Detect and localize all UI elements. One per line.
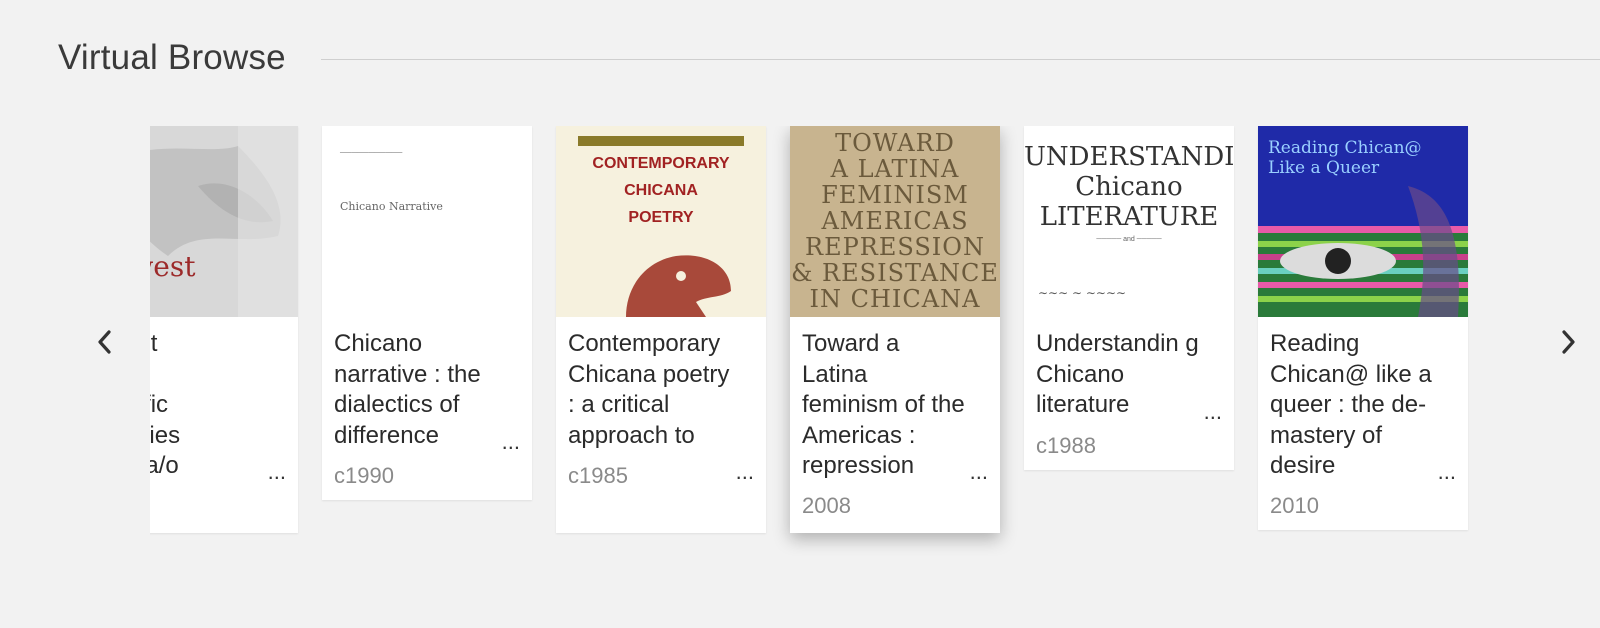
cover-title: UNDERSTANDING Chicano LITERATURE [1024, 142, 1234, 232]
cover-title: Reading Chican@ Like a Queer [1268, 138, 1422, 178]
book-card[interactable]: ─────────── Chicano Narrative Chicano na… [322, 126, 532, 500]
book-year: 2008 [802, 493, 851, 518]
book-cover: Reading Chican@ Like a Queer [1258, 126, 1468, 317]
book-cover: uthwest Asia [150, 126, 298, 317]
book-title: Reading Chican@ like a queer : the de-ma… [1270, 330, 1432, 479]
cover-title: TOWARD A LATINA FEMINISM AMERICAS REPRES… [791, 129, 999, 313]
carousel-next-button[interactable] [1548, 322, 1588, 362]
book-cover: CONTEMPORARY CHICANA POETRY [556, 126, 766, 317]
more-ellipsis[interactable]: ... [1438, 459, 1456, 485]
book-card[interactable]: uthwest Asia thwest : the spacific graph… [150, 126, 298, 533]
chevron-left-icon [98, 330, 111, 354]
book-carousel: uthwest Asia thwest : the spacific graph… [150, 126, 1515, 556]
cover-author: ─────────── [340, 148, 403, 157]
book-year: c1988 [1036, 432, 1096, 458]
book-title: Contemporary Chicana poetry : a critical… [568, 330, 730, 449]
book-year: c1990 [334, 463, 394, 488]
cover-inscription: ∼∼∼ ∼ ∼∼∼∼ [1038, 286, 1127, 300]
carousel-prev-button[interactable] [85, 322, 125, 362]
book-title: thwest : the spacific graphies hicana/o [150, 330, 181, 479]
book-title: Chicano narrative : the dialectics of di… [334, 330, 481, 449]
book-year: c1985 [568, 463, 628, 488]
section-title: Virtual Browse [58, 38, 286, 77]
more-ellipsis[interactable]: ... [736, 459, 754, 485]
book-card[interactable]: UNDERSTANDING Chicano LITERATURE ───── a… [1024, 126, 1234, 470]
more-ellipsis[interactable]: ... [268, 459, 286, 485]
book-year: 2010 [1270, 493, 1319, 518]
title-divider [321, 59, 1600, 60]
more-ellipsis[interactable]: ... [1204, 399, 1222, 425]
cover-title: CONTEMPORARY CHICANA POETRY [592, 155, 730, 226]
cover-title: uthwest Asia [150, 250, 196, 283]
book-cover: ─────────── Chicano Narrative [322, 126, 532, 317]
cover-author: ───── and ───── [1096, 236, 1162, 243]
more-ellipsis[interactable]: ... [502, 429, 520, 455]
book-title: Understandin g Chicano literature [1036, 330, 1199, 418]
book-cover: TOWARD A LATINA FEMINISM AMERICAS REPRES… [790, 126, 1000, 317]
book-cover: UNDERSTANDING Chicano LITERATURE ───── a… [1024, 126, 1234, 317]
book-card[interactable]: CONTEMPORARY CHICANA POETRY Contemporary… [556, 126, 766, 533]
book-card[interactable]: TOWARD A LATINA FEMINISM AMERICAS REPRES… [790, 126, 1000, 533]
book-card[interactable]: Reading Chican@ Like a Queer Reading Chi… [1258, 126, 1468, 530]
book-title: Toward a Latina feminism of the Americas… [802, 330, 965, 479]
cover-title: Chicano Narrative [340, 200, 443, 213]
more-ellipsis[interactable]: ... [970, 459, 988, 485]
chevron-right-icon [1562, 330, 1575, 354]
